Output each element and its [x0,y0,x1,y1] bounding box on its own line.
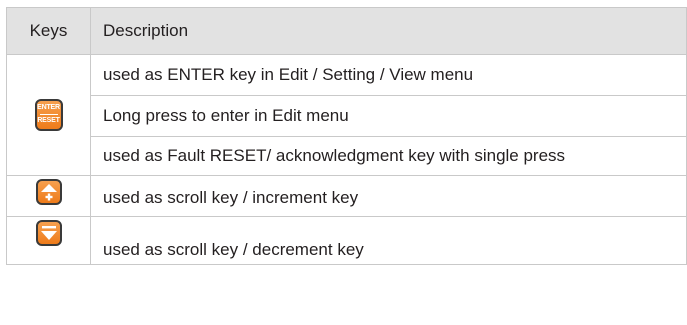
up-key-cell [6,175,91,217]
table-row: ENTER RESET used as ENTER key in Edit / … [6,54,687,176]
enter-reset-key-icon: ENTER RESET [34,99,63,131]
enter-description-3: used as Fault RESET/ acknowledgment key … [90,136,687,176]
down-key-description: used as scroll key / decrement key [90,216,687,265]
up-plus-key-icon [35,179,62,205]
enter-key-label: ENTER [37,104,60,111]
keys-table: Keys Description ENTER RESET used as ENT… [6,7,687,265]
header-description: Description [90,7,687,55]
down-key-icon [35,220,62,246]
down-key-cell [6,216,91,265]
table-header-row: Keys Description [6,7,687,55]
up-key-description: used as scroll key / increment key [90,175,687,217]
header-keys: Keys [6,7,91,55]
table-row: used as Fault RESET/ acknowledgment key … [7,136,687,176]
table-row: Long press to enter in Edit menu [7,95,687,137]
enter-description-2: Long press to enter in Edit menu [90,95,687,137]
table-row: used as scroll key / increment key [6,175,687,217]
enter-description-1: used as ENTER key in Edit / Setting / Vi… [90,54,687,96]
reset-key-label: RESET [37,117,60,124]
table-row: used as scroll key / decrement key [6,216,687,265]
key-divider [39,114,58,115]
enter-key-cell: ENTER RESET [6,54,91,176]
